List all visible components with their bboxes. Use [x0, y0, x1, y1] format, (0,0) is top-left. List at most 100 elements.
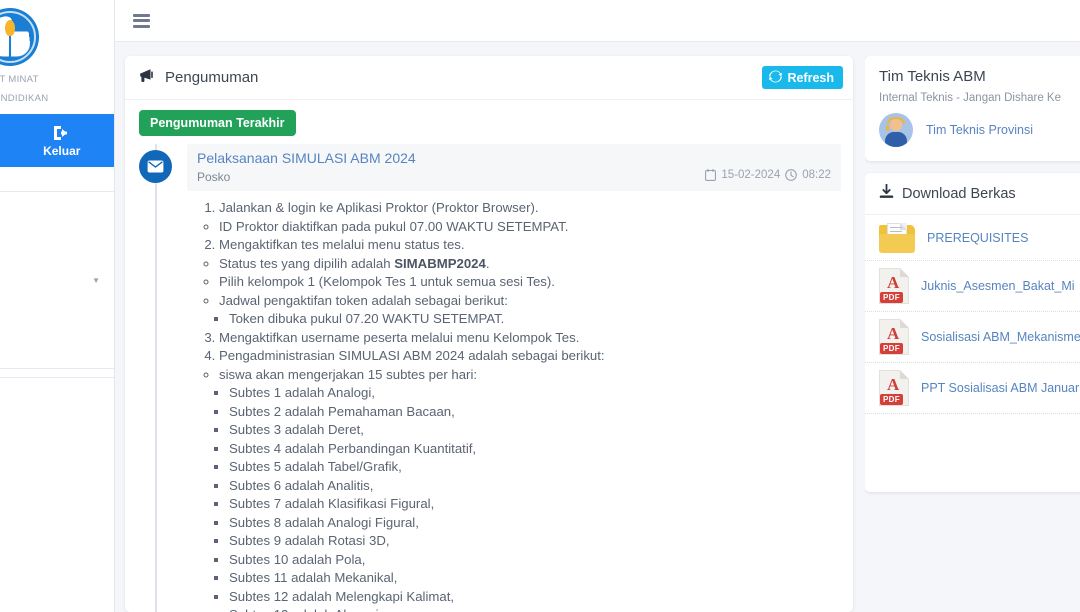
post-time: 08:22: [802, 169, 831, 182]
logout-icon: [52, 124, 72, 142]
list-item: Mengaktifkan tes melalui menu status tes…: [219, 236, 835, 254]
menu-divider: [0, 377, 114, 378]
list-item: Subtes 10 adalah Pola,: [229, 551, 835, 569]
list-item: Subtes 5 adalah Tabel/Grafik,: [229, 458, 835, 476]
hamburger-icon[interactable]: [133, 13, 150, 28]
operator-avatar-icon: [879, 113, 913, 147]
left-sidebar: AKAT MINAT EN PENDIDIKAN ngaturan Keluar…: [0, 0, 115, 612]
download-file-row[interactable]: A PDF Sosialisasi ABM_Mekanisme: [865, 312, 1080, 363]
sidebar-item-sekolah[interactable]: Sekolah: [0, 216, 114, 248]
tut-wuri-handayani-logo: [0, 8, 39, 66]
list-item: Mengaktifkan username peserta melalui me…: [219, 329, 835, 347]
announcement-card: Pengumuman Refresh Pengumuman Terakhir P…: [125, 56, 853, 612]
settings-button[interactable]: ngaturan: [0, 114, 10, 167]
clock-icon: [785, 169, 798, 181]
pdf-icon: A PDF: [879, 268, 909, 304]
logout-button[interactable]: Keluar: [10, 114, 115, 167]
chevron-down-icon: ▼: [92, 275, 100, 285]
list-item: Subtes 1 adalah Analogi,: [229, 384, 835, 402]
list-item: Pilih kelompok 1 (Kelompok Tes 1 untuk s…: [219, 273, 835, 291]
announcement-header: Pengumuman Refresh: [125, 56, 853, 100]
post-author: Posko: [197, 170, 231, 184]
list-item: Subtes 13 adalah Akurasi,: [229, 606, 835, 612]
list-item: Status tes yang dipilih adalah SIMABMP20…: [219, 255, 835, 273]
refresh-button[interactable]: Refresh: [762, 66, 843, 89]
announcement-post: Pelaksanaan SIMULASI ABM 2024 Posko 15-0…: [187, 144, 841, 612]
contact-link[interactable]: Tim Teknis Provinsi: [926, 123, 1033, 137]
post-title-link[interactable]: Pelaksanaan SIMULASI ABM 2024: [197, 149, 705, 167]
list-item: Jalankan & login ke Aplikasi Proktor (Pr…: [219, 199, 835, 217]
announcement-timeline: Pelaksanaan SIMULASI ABM 2024 Posko 15-0…: [139, 144, 841, 612]
file-name-link[interactable]: Sosialisasi ABM_Mekanisme: [921, 330, 1080, 344]
sidebar-item-pengaduan[interactable]: gaduan: [0, 328, 114, 360]
sidebar-menu: Sekolah kat Minat ▼ gaduan Akun: [0, 167, 114, 434]
sub-list: ID Proktor diaktifkan pada pukul 07.00 W…: [193, 218, 835, 236]
file-name-link[interactable]: PPT Sosialisasi ABM Januari 2: [921, 381, 1080, 395]
envelope-icon: [139, 150, 172, 183]
list-item: ID Proktor diaktifkan pada pukul 07.00 W…: [219, 218, 835, 236]
download-file-row[interactable]: A PDF PPT Sosialisasi ABM Januari 2: [865, 363, 1080, 414]
post-content: Jalankan & login ke Aplikasi Proktor (Pr…: [187, 191, 841, 612]
right-sidebar: Tim Teknis ABM Internal Teknis - Jangan …: [865, 56, 1080, 612]
pdf-icon: A PDF: [879, 319, 909, 355]
status-suffix: .: [485, 255, 490, 271]
list-item: Subtes 9 adalah Rotasi 3D,: [229, 532, 835, 550]
steps-list: Jalankan & login ke Aplikasi Proktor (Pr…: [193, 199, 835, 217]
sidebar-item-akun[interactable]: Akun: [0, 402, 114, 434]
status-badge: Pengumuman Terakhir: [139, 110, 296, 136]
file-name-link[interactable]: PREREQUISITES: [927, 231, 1028, 245]
sidebar-brand: AKAT MINAT EN PENDIDIKAN: [0, 0, 114, 114]
tim-teknis-card: Tim Teknis ABM Internal Teknis - Jangan …: [865, 56, 1080, 161]
sub-list: Status tes yang dipilih adalah SIMABMP20…: [193, 255, 835, 310]
download-header: Download Berkas: [865, 173, 1080, 215]
brand-line-1: AKAT MINAT: [0, 74, 39, 85]
list-item: Subtes 6 adalah Analitis,: [229, 477, 835, 495]
download-file-list: PREREQUISITES A PDF Juknis_Asesmen_Bakat_Mi…: [865, 215, 1080, 414]
sidebar-action-bar: ngaturan Keluar: [0, 114, 114, 167]
calendar-icon: [705, 169, 717, 181]
list-item: Subtes 2 adalah Pemahaman Bacaan,: [229, 403, 835, 421]
list-item: Subtes 3 adalah Deret,: [229, 421, 835, 439]
main-content: Pengumuman Refresh Pengumuman Terakhir P…: [115, 42, 1080, 612]
status-code: SIMABMP2024: [394, 255, 486, 271]
file-name-link[interactable]: Juknis_Asesmen_Bakat_Mi: [921, 279, 1075, 293]
list-item: Jadwal pengaktifan token adalah sebagai …: [219, 292, 835, 310]
download-empty-space: [865, 414, 1080, 492]
post-header: Pelaksanaan SIMULASI ABM 2024 Posko 15-0…: [187, 144, 841, 191]
refresh-icon: [769, 69, 783, 86]
card-subtitle: Internal Teknis - Jangan Dishare Ke: [879, 92, 1061, 104]
megaphone-icon: [139, 68, 156, 88]
list-item: Subtes 8 adalah Analogi Figural,: [229, 514, 835, 532]
pdf-icon: A PDF: [879, 370, 909, 406]
contact-row[interactable]: Tim Teknis Provinsi: [879, 113, 1076, 147]
subtest-list: Subtes 1 adalah Analogi,Subtes 2 adalah …: [193, 384, 835, 612]
top-bar: [115, 0, 1080, 42]
steps-list: Mengaktifkan tes melalui menu status tes…: [193, 236, 835, 254]
menu-divider: [0, 191, 114, 192]
token-list: Token dibuka pukul 07.20 WAKTU SETEMPAT.: [193, 310, 835, 328]
download-icon: [879, 183, 894, 204]
list-item: Pengadministrasian SIMULASI ABM 2024 ada…: [219, 347, 835, 365]
steps-list: Mengaktifkan username peserta melalui me…: [193, 329, 835, 366]
card-title: Tim Teknis ABM: [879, 68, 986, 85]
refresh-label: Refresh: [787, 70, 834, 85]
brand-line-2: EN PENDIDIKAN: [0, 93, 49, 104]
post-meta: 15-02-2024 08:22: [705, 169, 831, 181]
list-item: siswa akan mengerjakan 15 subtes per har…: [219, 366, 835, 384]
download-file-row[interactable]: A PDF Juknis_Asesmen_Bakat_Mi: [865, 261, 1080, 312]
sidebar-item-bakat-minat[interactable]: kat Minat ▼: [0, 264, 114, 296]
download-file-row[interactable]: PREREQUISITES: [865, 215, 1080, 261]
sub-list: siswa akan mengerjakan 15 subtes per har…: [193, 366, 835, 384]
list-item: Token dibuka pukul 07.20 WAKTU SETEMPAT.: [229, 310, 835, 328]
panel-title: Pengumuman: [165, 69, 259, 86]
menu-divider: [0, 368, 114, 369]
announcement-body: Pengumuman Terakhir Pelaksanaan SIMULASI…: [125, 100, 853, 612]
list-item: Subtes 4 adalah Perbandingan Kuantitatif…: [229, 440, 835, 458]
list-item: Subtes 12 adalah Melengkapi Kalimat,: [229, 588, 835, 606]
list-item: Subtes 11 adalah Mekanikal,: [229, 569, 835, 587]
card-title: Download Berkas: [902, 186, 1016, 202]
download-card: Download Berkas PREREQUISITES A PDF Juknis_…: [865, 173, 1080, 492]
post-date: 15-02-2024: [721, 169, 781, 182]
logout-label: Keluar: [43, 143, 81, 158]
status-prefix: Status tes yang dipilih adalah: [219, 255, 395, 271]
